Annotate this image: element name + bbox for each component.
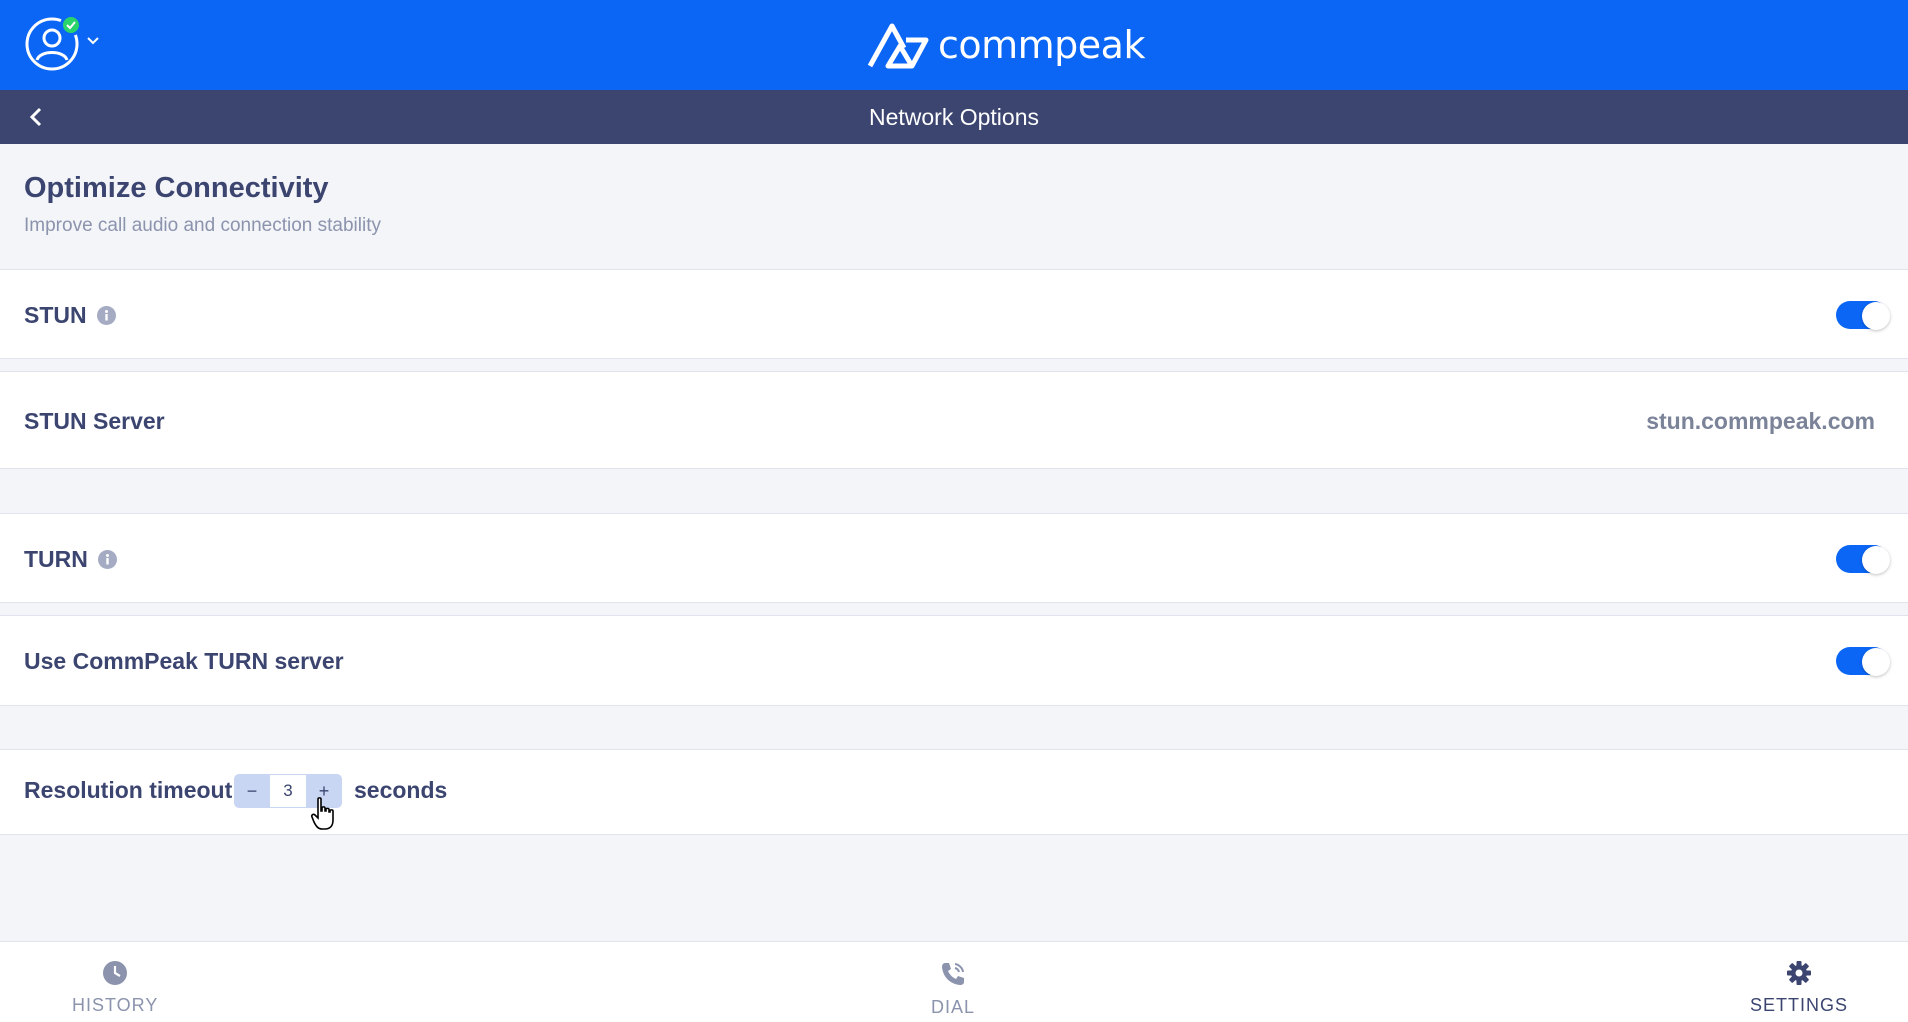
page-header: Network Options [0, 90, 1908, 144]
stun-label: STUN [24, 302, 87, 328]
page-title: Network Options [868, 104, 1039, 130]
commpeak-logo-icon [867, 23, 929, 69]
section-title: Optimize Connectivity [24, 172, 329, 204]
check-icon [66, 21, 76, 30]
turn-label: TURN [24, 546, 88, 572]
online-status-badge [60, 14, 82, 36]
nav-history[interactable]: HISTORY [72, 960, 158, 1016]
nav-dial[interactable]: DIAL [931, 960, 975, 1018]
nav-settings[interactable]: SETTINGS [1750, 960, 1848, 1016]
app-window: commpeak Network Options Optimize Connec… [0, 0, 1908, 1022]
gear-icon [1787, 961, 1811, 985]
stun-server-value[interactable]: stun.commpeak.com [1646, 408, 1875, 435]
brand-name: commpeak [938, 23, 1145, 67]
stun-label-group: STUN [24, 302, 116, 329]
nav-dial-label: DIAL [931, 997, 976, 1017]
user-avatar-button[interactable] [24, 14, 82, 72]
commpeak-turn-toggle[interactable] [1836, 647, 1890, 676]
section-subtitle: Improve call audio and connection stabil… [24, 215, 381, 236]
commpeak-turn-label: Use CommPeak TURN server [24, 648, 344, 674]
resolution-timeout-row: Resolution timeout − 3 + seconds [0, 749, 1908, 835]
toggle-knob [1862, 302, 1890, 330]
stun-server-label: STUN Server [24, 408, 165, 434]
stun-toggle[interactable] [1836, 301, 1890, 330]
info-icon[interactable] [96, 306, 116, 325]
turn-row: TURN [0, 513, 1908, 603]
clock-icon [103, 961, 128, 985]
stun-server-row[interactable]: STUN Server stun.commpeak.com [0, 371, 1908, 469]
nav-history-label: HISTORY [72, 995, 159, 1015]
top-bar: commpeak [0, 0, 1908, 90]
decrement-button[interactable]: − [234, 774, 270, 808]
phone-icon [942, 963, 965, 985]
bottom-navigation: HISTORY DIAL SETTINGS [0, 941, 1908, 1022]
timeout-unit: seconds [354, 777, 448, 803]
brand-logo: commpeak [866, 18, 1145, 72]
chevron-down-icon[interactable] [86, 36, 100, 46]
toggle-knob [1862, 546, 1890, 574]
section-heading: Optimize Connectivity Improve call audio… [24, 172, 381, 237]
timeout-value[interactable]: 3 [270, 774, 306, 808]
turn-label-group: TURN [24, 546, 117, 573]
resolution-timeout-label: Resolution timeout [24, 777, 233, 803]
turn-toggle[interactable] [1836, 545, 1890, 574]
info-icon[interactable] [97, 550, 117, 569]
hand-cursor-icon [311, 797, 334, 830]
toggle-knob [1862, 648, 1890, 676]
nav-settings-label: SETTINGS [1750, 995, 1849, 1015]
commpeak-turn-row: Use CommPeak TURN server [0, 615, 1908, 706]
stun-row: STUN [0, 269, 1908, 359]
